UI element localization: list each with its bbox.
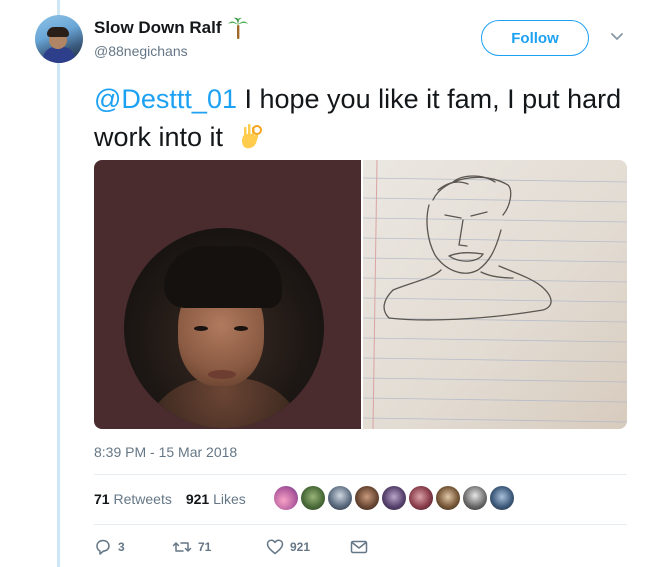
- liker-avatar[interactable]: [274, 486, 298, 510]
- notebook-drawing: [363, 160, 627, 429]
- liker-avatars: [274, 486, 514, 510]
- avatar[interactable]: [35, 15, 83, 63]
- display-name[interactable]: Slow Down Ralf: [94, 18, 222, 38]
- hair: [164, 246, 282, 308]
- chevron-down-icon[interactable]: [610, 32, 624, 42]
- tweet-timestamp[interactable]: 8:39 PM - 15 Mar 2018: [94, 444, 237, 460]
- tweet-media[interactable]: [94, 160, 627, 429]
- left-eye: [194, 326, 208, 331]
- like-button[interactable]: 921: [266, 538, 350, 556]
- likes-count: 921: [185, 491, 210, 507]
- liker-avatar[interactable]: [409, 486, 433, 510]
- liker-avatar[interactable]: [436, 486, 460, 510]
- avatar-body: [43, 47, 75, 63]
- heart-icon: [266, 539, 284, 555]
- tweet-actions: 3 71 921: [94, 538, 368, 556]
- retweets-count: 71: [94, 491, 110, 507]
- mention-link[interactable]: @Desttt_01: [94, 84, 237, 114]
- liker-avatar[interactable]: [382, 486, 406, 510]
- selfie-photo[interactable]: [94, 160, 361, 429]
- selfie-circle-frame: [124, 228, 324, 428]
- liker-avatar[interactable]: [490, 486, 514, 510]
- palm-tree-icon: [227, 17, 248, 39]
- lips: [208, 370, 236, 379]
- likes-label: Likes: [213, 491, 246, 507]
- right-eye: [234, 326, 248, 331]
- retweets-label: Retweets: [113, 491, 172, 507]
- follow-button[interactable]: Follow: [481, 20, 589, 56]
- reply-icon: [96, 539, 110, 555]
- retweet-count: 71: [198, 540, 212, 554]
- user-handle[interactable]: @88negichans: [94, 43, 188, 59]
- divider-bottom: [94, 524, 627, 525]
- reply-count: 3: [118, 540, 125, 554]
- user-name-row: Slow Down Ralf: [94, 17, 248, 39]
- direct-message-button[interactable]: [350, 539, 368, 555]
- retweet-icon: [172, 542, 192, 552]
- thread-line: [57, 0, 60, 567]
- engagement-stats: 71 Retweets 921 Likes: [94, 491, 246, 507]
- envelope-icon: [350, 540, 368, 554]
- retweet-button[interactable]: 71: [172, 538, 266, 556]
- drawing-photo[interactable]: [363, 160, 627, 429]
- liker-avatar[interactable]: [328, 486, 352, 510]
- like-count: 921: [290, 540, 311, 554]
- ok-hand-icon: [241, 123, 262, 149]
- liker-avatar[interactable]: [463, 486, 487, 510]
- retweets-stat[interactable]: 71 Retweets: [94, 491, 172, 507]
- avatar-hair: [47, 27, 69, 37]
- divider-top: [94, 474, 627, 475]
- liker-avatar[interactable]: [355, 486, 379, 510]
- liker-avatar[interactable]: [301, 486, 325, 510]
- likes-stat[interactable]: 921 Likes: [186, 491, 246, 507]
- tweet-text: @Desttt_01 I hope you like it fam, I put…: [94, 80, 624, 156]
- reply-button[interactable]: 3: [94, 538, 172, 556]
